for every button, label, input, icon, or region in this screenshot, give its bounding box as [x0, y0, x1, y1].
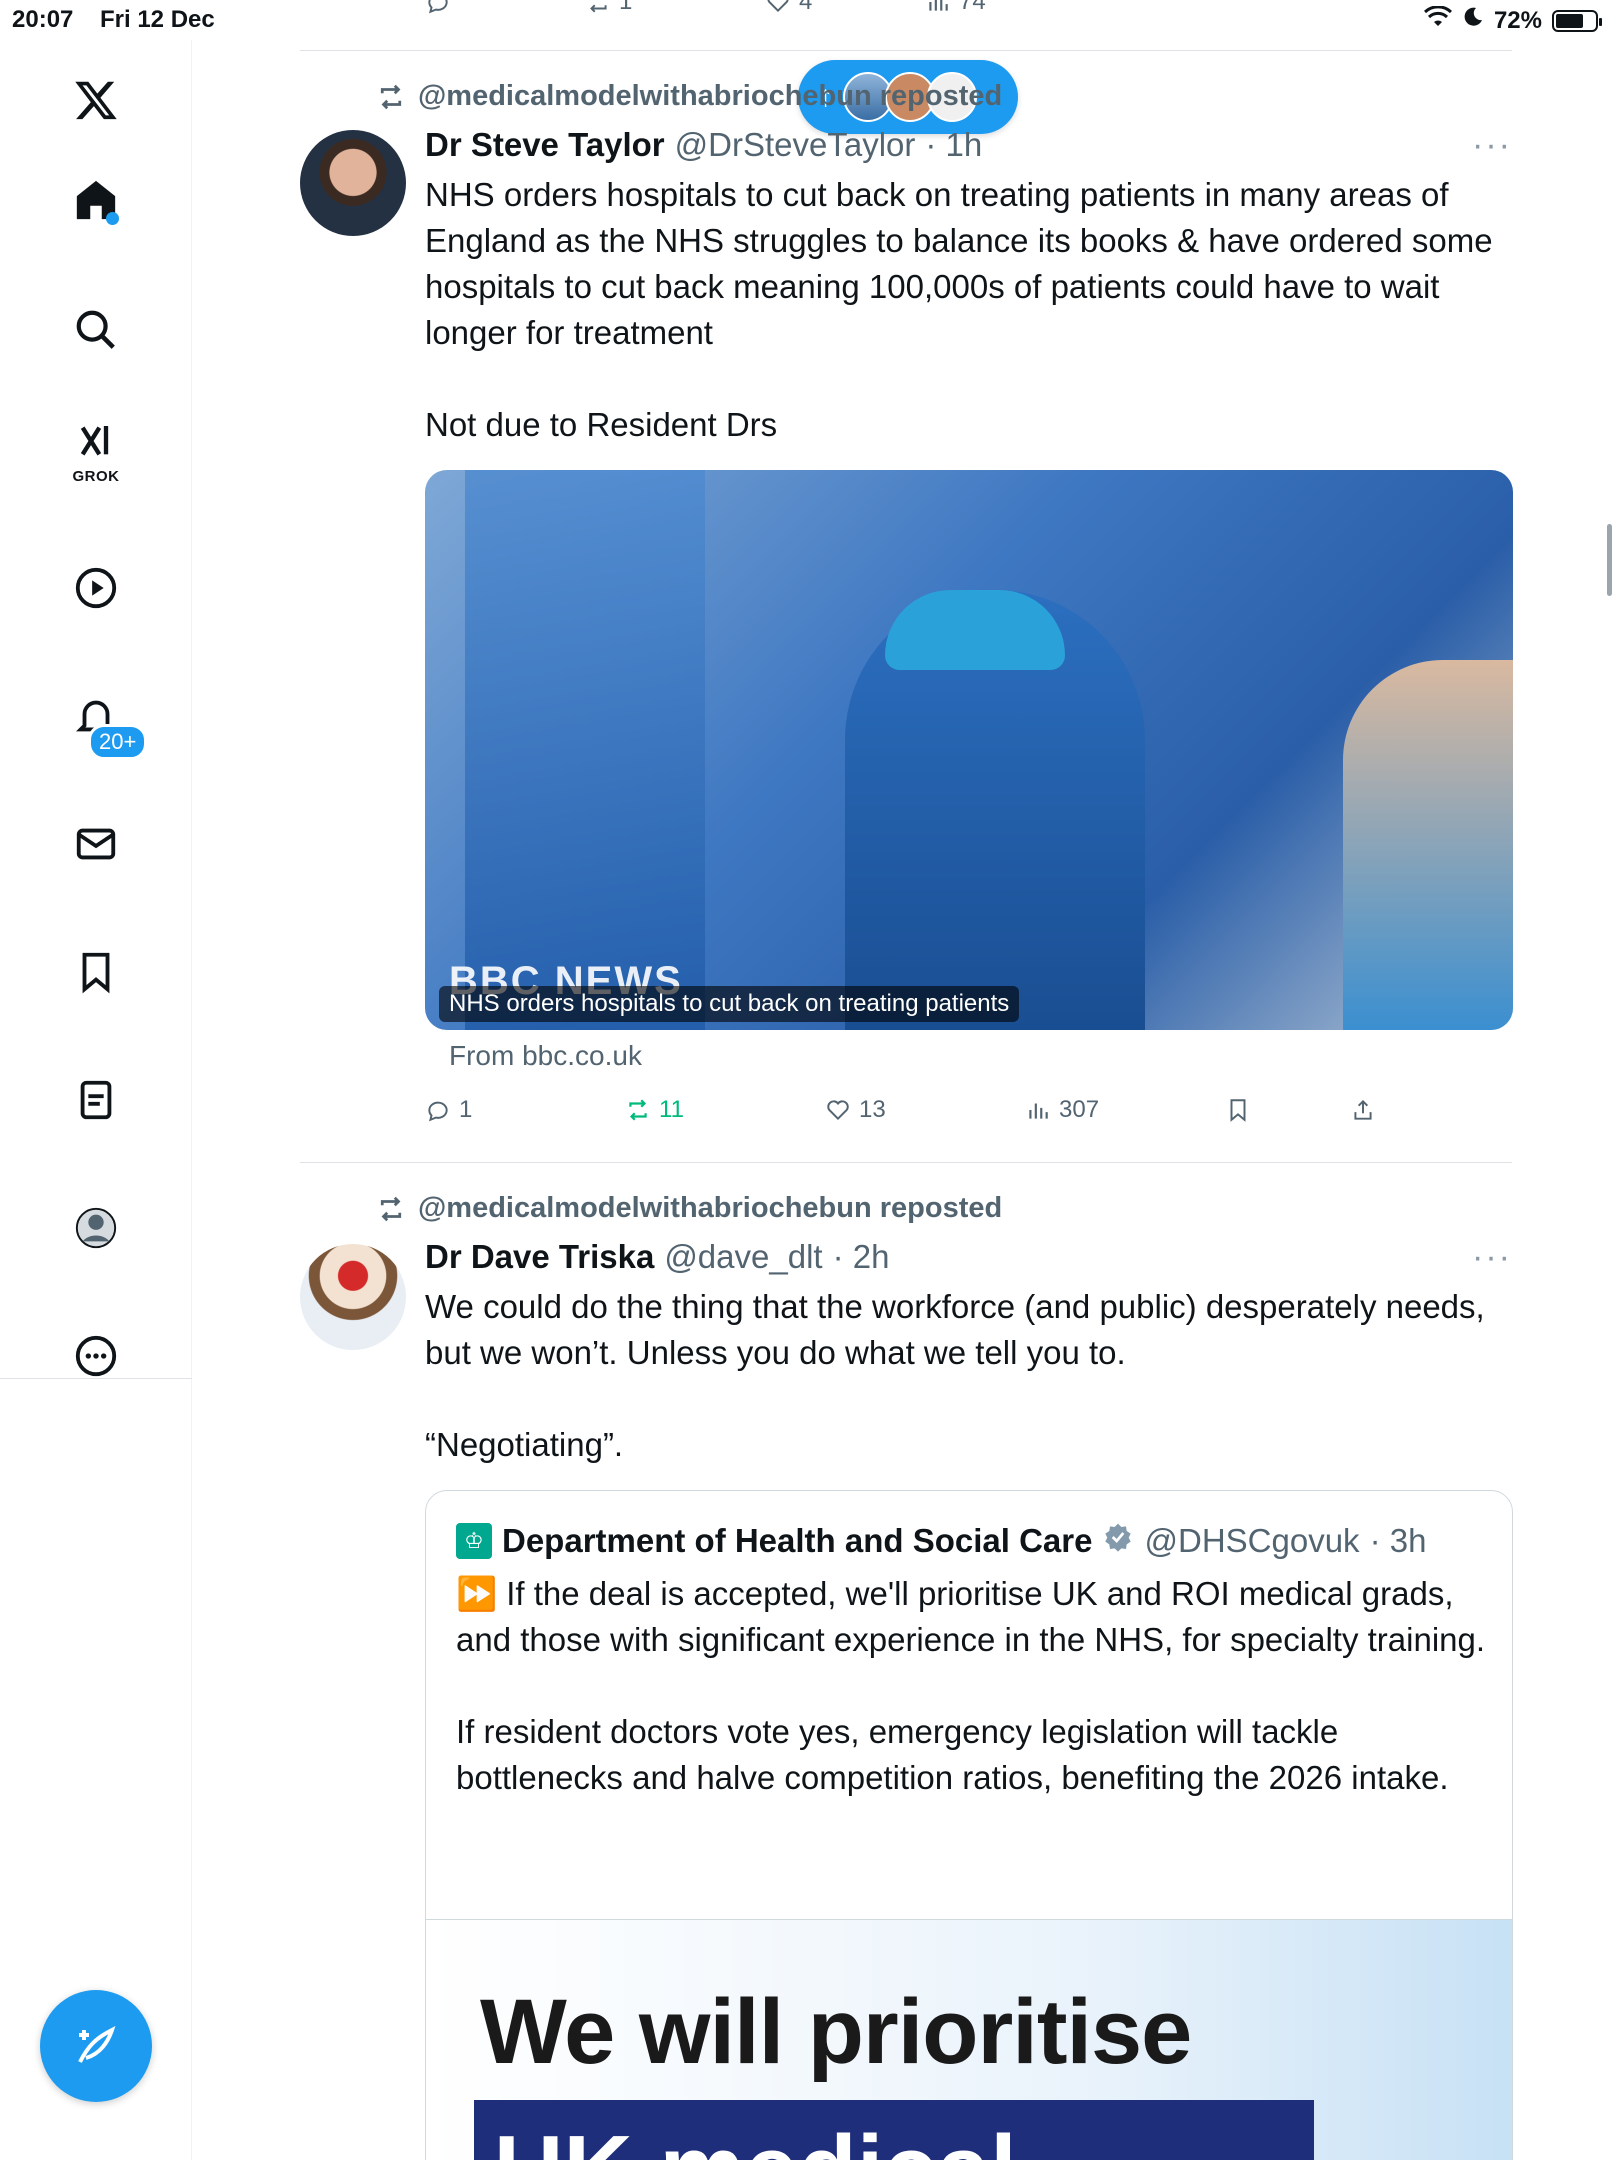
prev-tweet-actions: 1 4 74 — [425, 0, 1225, 16]
quoted-tweet[interactable]: ♔ Department of Health and Social Care @… — [425, 1490, 1513, 2160]
repost-indicator[interactable]: @medicalmodelwithabriochebun reposted — [376, 1192, 1002, 1225]
tweet-text: NHS orders hospitals to cut back on trea… — [425, 176, 1493, 443]
link-card-title: NHS orders hospitals to cut back on trea… — [439, 986, 1020, 1022]
repost-button[interactable]: 11 — [625, 1096, 825, 1124]
repost-button[interactable]: 1 — [585, 0, 765, 16]
repost-indicator[interactable]: @medicalmodelwithabriochebun reposted — [376, 80, 1002, 113]
tweet-author-line: Dr Steve Taylor @DrSteveTaylor · 1h — [425, 126, 982, 164]
views-button[interactable]: 307 — [1025, 1096, 1225, 1124]
like-button[interactable]: 4 — [765, 0, 925, 16]
grok-icon[interactable]: GROK — [66, 420, 126, 485]
author-handle[interactable]: @DrSteveTaylor — [675, 126, 916, 164]
video-play-icon[interactable] — [66, 558, 126, 618]
reply-button[interactable] — [425, 0, 585, 15]
tweet-more-icon[interactable]: ··· — [1472, 126, 1512, 165]
views-button[interactable]: 74 — [925, 0, 1095, 16]
reply-count: 1 — [459, 1096, 473, 1123]
battery-percent: 72% — [1493, 6, 1542, 34]
author-name[interactable]: Dr Steve Taylor — [425, 126, 665, 164]
author-handle[interactable]: @dave_dlt — [664, 1238, 822, 1276]
compose-feather-icon — [78, 2026, 116, 2063]
tweet-actions: 1 11 13 307 — [425, 1096, 1425, 1124]
author-name[interactable]: Dr Dave Triska — [425, 1238, 654, 1276]
lists-icon[interactable] — [66, 1070, 126, 1130]
search-icon[interactable] — [66, 300, 126, 360]
repost-icon — [380, 84, 402, 109]
sidebar-nav: GROK 20+ — [0, 40, 192, 2160]
quoted-tweet-text: ⏩ If the deal is accepted, we'll priorit… — [456, 1575, 1486, 1796]
battery-icon — [1552, 9, 1602, 32]
status-icons: 72% — [1423, 5, 1602, 35]
reposted-by-text: @medicalmodelwithabriochebun reposted — [418, 80, 1003, 112]
tweet-more-icon[interactable]: ··· — [1472, 1238, 1512, 1277]
moon-icon — [1462, 6, 1484, 35]
bookmark-button[interactable] — [1225, 1097, 1350, 1123]
quoted-image-banner: UK medical — [474, 2100, 1314, 2160]
link-source[interactable]: From bbc.co.uk — [449, 1040, 642, 1072]
wifi-icon — [1423, 5, 1452, 35]
quoted-author-name: Department of Health and Social Care — [502, 1522, 1093, 1559]
bookmarks-icon[interactable] — [66, 942, 126, 1002]
link-card-image[interactable]: BBC NEWS NHS orders hospitals to cut bac… — [425, 470, 1513, 1030]
dhsc-logo-icon: ♔ — [456, 1523, 492, 1559]
more-options-icon[interactable] — [66, 1326, 126, 1386]
verified-badge-icon — [1102, 1521, 1134, 1561]
tweet-text: We could do the thing that the workforce… — [425, 1288, 1485, 1463]
x-logo-icon[interactable] — [66, 70, 126, 130]
like-button[interactable]: 13 — [825, 1096, 1025, 1124]
reply-button[interactable]: 1 — [425, 1096, 625, 1124]
quoted-image-headline: We will prioritise — [480, 1981, 1192, 2083]
share-button[interactable] — [1350, 1097, 1410, 1123]
grok-label: GROK — [72, 468, 120, 485]
author-avatar[interactable] — [300, 130, 406, 236]
compose-post-button[interactable] — [40, 1990, 152, 2102]
messages-envelope-icon[interactable] — [66, 814, 126, 874]
views-count: 74 — [959, 0, 986, 15]
tweet-divider — [300, 1162, 1512, 1163]
views-count: 307 — [1059, 1096, 1100, 1123]
profile-avatar-icon[interactable] — [66, 1198, 126, 1258]
quoted-tweet-time: · 3h — [1369, 1522, 1427, 1559]
quoted-author-handle: @DHSCgovuk — [1144, 1522, 1360, 1559]
repost-count: 1 — [619, 0, 633, 15]
like-count: 4 — [799, 0, 813, 15]
tweet-time[interactable]: · 2h — [833, 1238, 890, 1276]
sidebar-divider — [0, 1378, 192, 1379]
tweet-time[interactable]: · 1h — [925, 126, 982, 164]
home-unread-dot — [106, 212, 119, 225]
quoted-author-line: ♔ Department of Health and Social Care @… — [456, 1521, 1426, 1561]
status-time: 20:07 — [12, 6, 74, 33]
repost-count: 11 — [659, 1096, 684, 1123]
notifications-badge: 20+ — [88, 724, 148, 760]
like-count: 13 — [859, 1096, 886, 1123]
repost-icon — [380, 1196, 402, 1221]
quoted-tweet-image[interactable]: We will prioritise UK medical — [426, 1919, 1512, 2160]
scrollbar[interactable] — [1607, 524, 1612, 596]
tweet-divider — [300, 50, 1512, 51]
tweet-author-line: Dr Dave Triska @dave_dlt · 2h — [425, 1238, 889, 1276]
reposted-by-text: @medicalmodelwithabriochebun reposted — [418, 1192, 1003, 1224]
author-avatar[interactable] — [300, 1244, 406, 1350]
status-date: Fri 12 Dec — [100, 6, 215, 33]
